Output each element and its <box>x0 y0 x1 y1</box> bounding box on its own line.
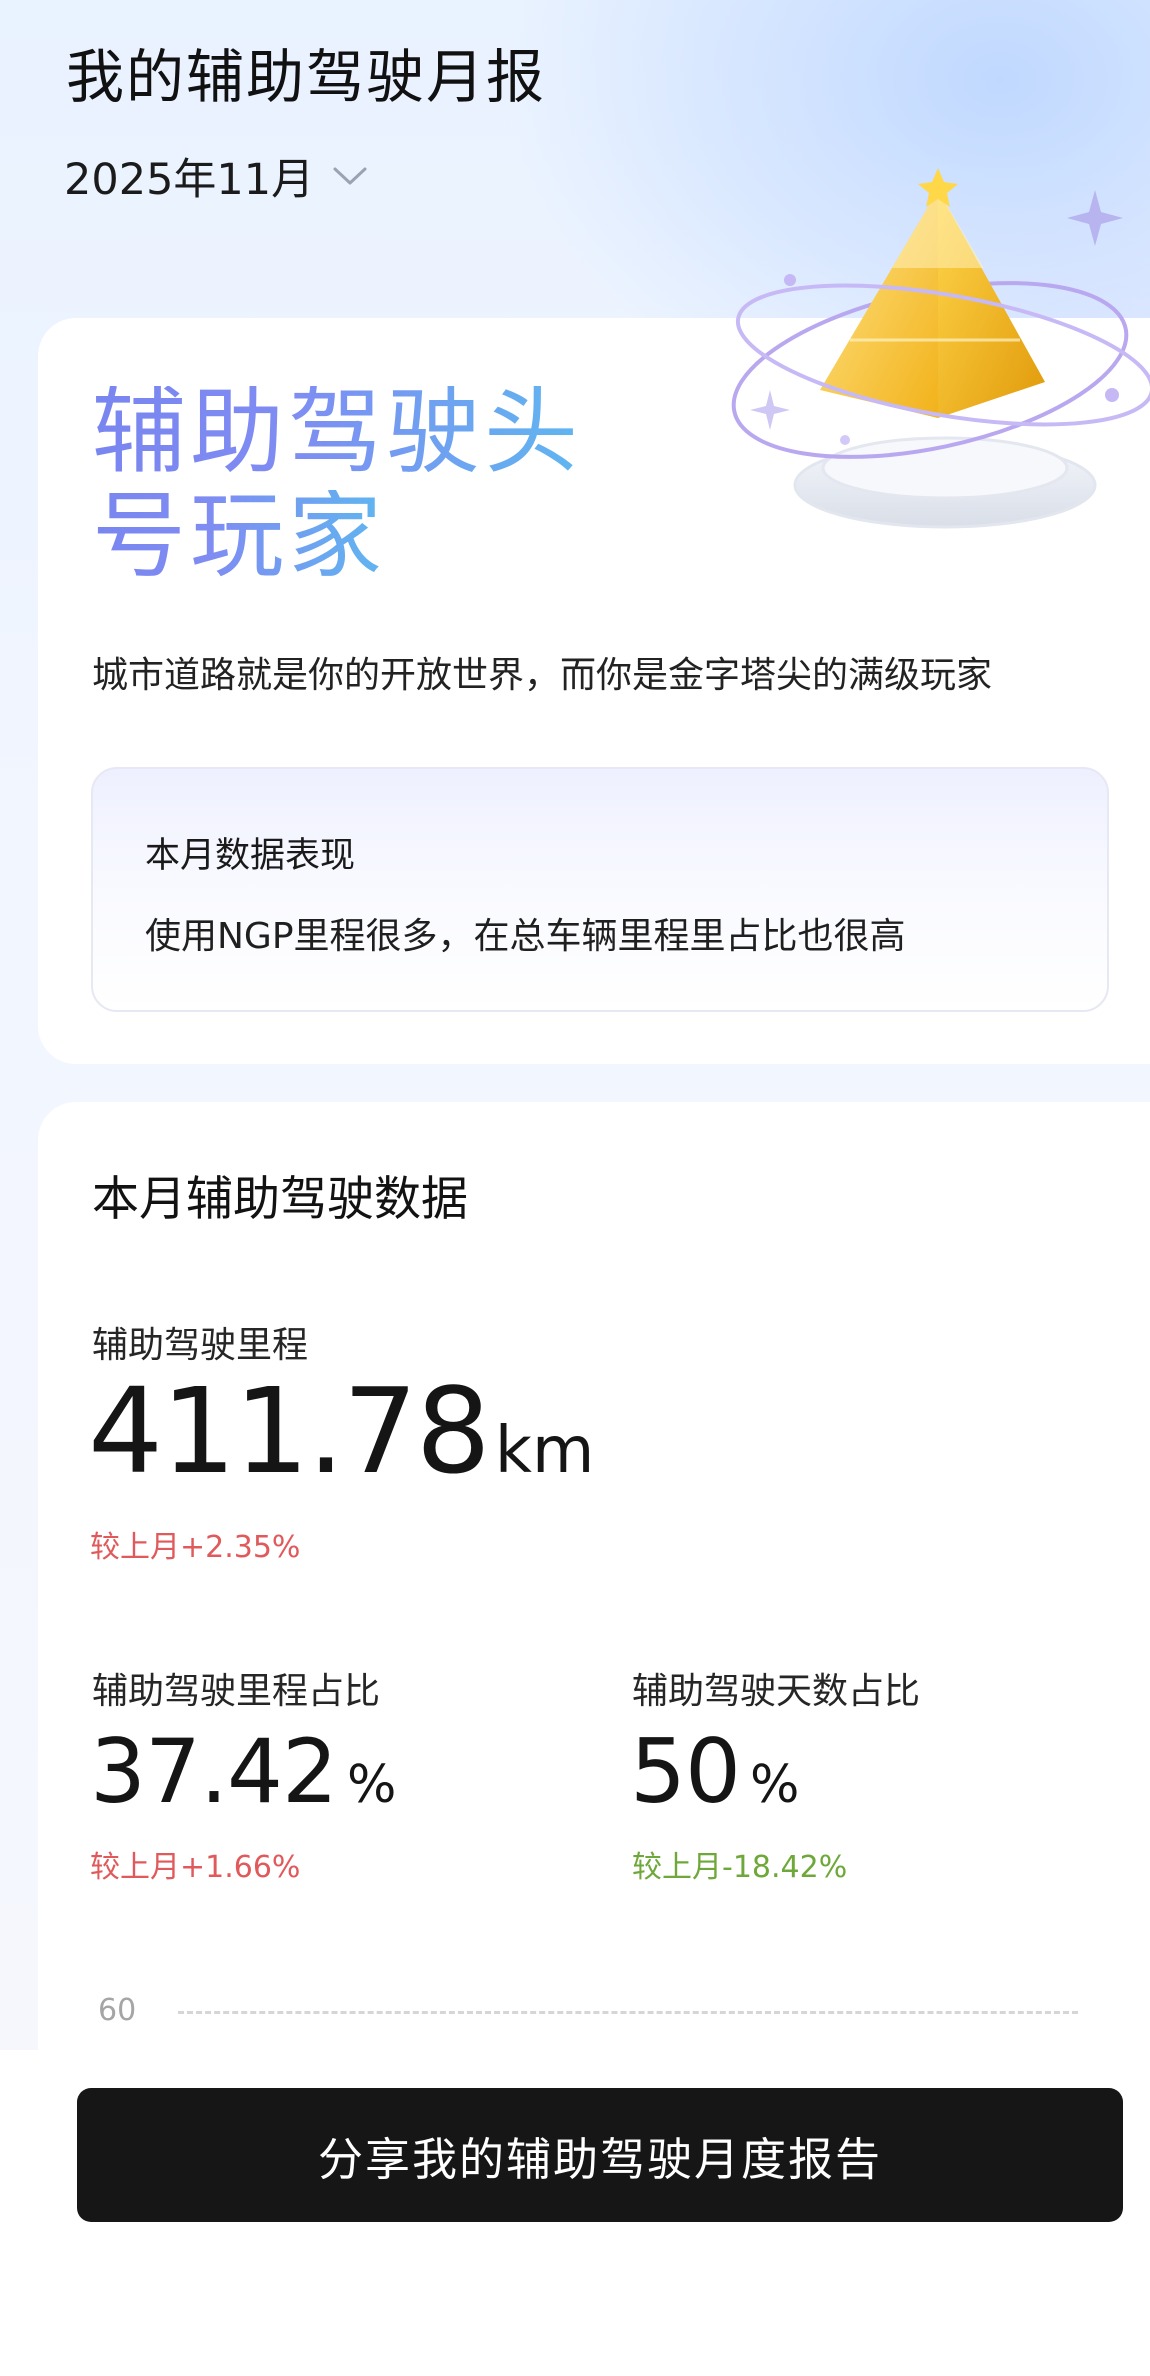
hero-title-line-1: 辅助驾驶头 <box>92 378 583 487</box>
performance-box: 本月数据表现 使用NGP里程很多，在总车辆里程里占比也很高 <box>91 767 1109 1012</box>
stats-card <box>38 1102 1150 2102</box>
chevron-down-icon <box>332 165 368 187</box>
month-label: 2025年11月 <box>64 155 315 205</box>
mileage-number: 411.78 <box>88 1362 491 1500</box>
mileage-label: 辅助驾驶里程 <box>92 1325 309 1366</box>
hero-title-line-2: 号玩家 <box>92 482 387 591</box>
performance-text: 使用NGP里程很多，在总车辆里程里占比也很高 <box>145 916 906 957</box>
days-ratio-number: 50 <box>630 1720 741 1823</box>
mileage-unit: km <box>494 1414 595 1488</box>
hero-description: 城市道路就是你的开放世界，而你是金字塔尖的满级玩家 <box>92 655 993 696</box>
mileage-ratio-label: 辅助驾驶里程占比 <box>92 1671 381 1712</box>
month-selector[interactable]: 2025年11月 <box>64 148 368 205</box>
share-report-button[interactable]: 分享我的辅助驾驶月度报告 <box>77 2088 1123 2222</box>
days-ratio-delta: 较上月-18.42% <box>632 1850 848 1885</box>
chart-gridline <box>178 2011 1078 2014</box>
mileage-delta: 较上月+2.35% <box>90 1530 301 1565</box>
mileage-ratio-number: 37.42 <box>90 1720 338 1823</box>
days-ratio-value: 50% <box>630 1720 799 1823</box>
mileage-ratio-delta: 较上月+1.66% <box>90 1850 301 1885</box>
performance-title: 本月数据表现 <box>145 836 356 876</box>
stats-section-title: 本月辅助驾驶数据 <box>92 1172 468 1227</box>
mileage-value: 411.78km <box>88 1362 594 1500</box>
days-ratio-label: 辅助驾驶天数占比 <box>632 1671 921 1712</box>
page-title: 我的辅助驾驶月报 <box>66 43 547 111</box>
pyramid-trophy-icon <box>700 150 1150 550</box>
mileage-ratio-value: 37.42% <box>90 1720 396 1823</box>
days-ratio-unit: % <box>749 1755 800 1815</box>
mileage-ratio-unit: % <box>346 1755 397 1815</box>
chart-y-tick: 60 <box>98 1993 137 2028</box>
